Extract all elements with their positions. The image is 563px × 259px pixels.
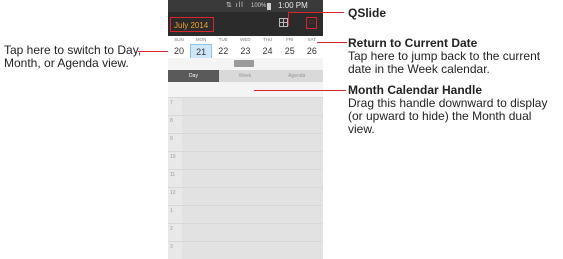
hour-label: 10 (170, 154, 176, 160)
hour-label: 11 (170, 172, 176, 178)
hour-lane (182, 188, 323, 205)
weekday-label: SUN (174, 37, 184, 42)
hour-lane (182, 116, 323, 133)
switch-view-leader-line (138, 51, 171, 52)
month-handle-description: Drag this handle downward to display (or… (348, 96, 548, 136)
return-date-leader-line (317, 42, 347, 43)
battery-icon (267, 3, 271, 10)
hour-row[interactable]: 10 (168, 151, 323, 169)
hour-label: 9 (170, 136, 173, 142)
hour-row[interactable]: 11 (168, 169, 323, 187)
weekday-label: WED (240, 37, 251, 42)
weekday-label: FRI (286, 37, 294, 42)
date-cell[interactable]: 25 (279, 44, 301, 58)
hour-grid: 7 8 9 10 11 12 1 2 3 (168, 97, 323, 259)
tab-week[interactable]: Week (220, 70, 271, 82)
status-time: 1:00 PM (278, 1, 308, 10)
hour-row[interactable]: 8 (168, 115, 323, 133)
return-date-callout: Return to Current Date Tap here to jump … (348, 37, 561, 76)
tab-agenda[interactable]: Agenda (271, 70, 322, 82)
weekday-label: THU (262, 37, 273, 42)
weekday-label: MON (195, 37, 207, 42)
hour-label: 8 (170, 118, 173, 124)
weekday-label: TUE (218, 37, 228, 42)
date-cell[interactable]: 20 (168, 44, 190, 58)
date-cell[interactable]: 22 (212, 44, 234, 58)
hour-row[interactable]: 7 (168, 97, 323, 115)
return-date-description: Tap here to jump back to the current dat… (348, 49, 541, 76)
hour-lane (182, 206, 323, 223)
hour-label: 2 (170, 226, 173, 232)
hour-label: 3 (170, 244, 173, 250)
handle-area: Day Week Agenda (168, 58, 323, 97)
switch-view-text: Tap here to switch to Day, Month, or Age… (4, 43, 142, 70)
month-calendar-handle[interactable] (234, 60, 254, 67)
tab-day[interactable]: Day (168, 70, 219, 82)
qslide-leader-line-v (288, 12, 289, 26)
month-handle-leader-line (254, 90, 346, 91)
hour-label: 7 (170, 100, 173, 106)
hour-row[interactable]: 12 (168, 187, 323, 205)
qslide-icon[interactable] (279, 18, 288, 27)
qslide-callout-title: QSlide (348, 6, 387, 20)
date-cell[interactable]: 26 (301, 44, 323, 58)
hour-lane (182, 224, 323, 241)
hour-lane (182, 98, 323, 115)
hour-row[interactable]: 1 (168, 205, 323, 223)
phone-screen: ⇅ ıll 100% 1:00 PM July 2014 □ SUN MON TUE… (168, 0, 323, 259)
calendar-header: July 2014 □ (168, 12, 323, 36)
date-cell[interactable]: 24 (257, 44, 279, 58)
hour-row[interactable]: 2 (168, 223, 323, 241)
switch-view-callout: Tap here to switch to Day, Month, or Age… (4, 44, 162, 70)
hour-row[interactable]: 9 (168, 133, 323, 151)
qslide-leader-line-h (288, 12, 344, 13)
battery-percentage: 100% (251, 3, 267, 9)
hour-lane (182, 152, 323, 169)
date-row: 20 21 22 23 24 25 26 (168, 44, 323, 60)
hour-label: 12 (170, 190, 176, 196)
month-view-switcher[interactable]: July 2014 (170, 17, 214, 32)
hour-lane (182, 134, 323, 151)
weekday-row: SUN MON TUE WED THU FRI SAT (168, 36, 323, 44)
view-tabs: Day Week Agenda (168, 70, 323, 82)
hour-row[interactable]: 3 (168, 241, 323, 259)
return-to-today-icon[interactable]: □ (306, 17, 317, 29)
hour-lane (182, 170, 323, 187)
month-handle-callout: Month Calendar Handle Drag this handle d… (348, 84, 553, 136)
signal-icon: ⇅ ıll (226, 2, 244, 9)
hour-label: 1 (170, 208, 173, 214)
hour-lane (182, 242, 323, 259)
status-bar: ⇅ ıll 100% 1:00 PM (168, 0, 323, 12)
date-cell[interactable]: 23 (234, 44, 256, 58)
